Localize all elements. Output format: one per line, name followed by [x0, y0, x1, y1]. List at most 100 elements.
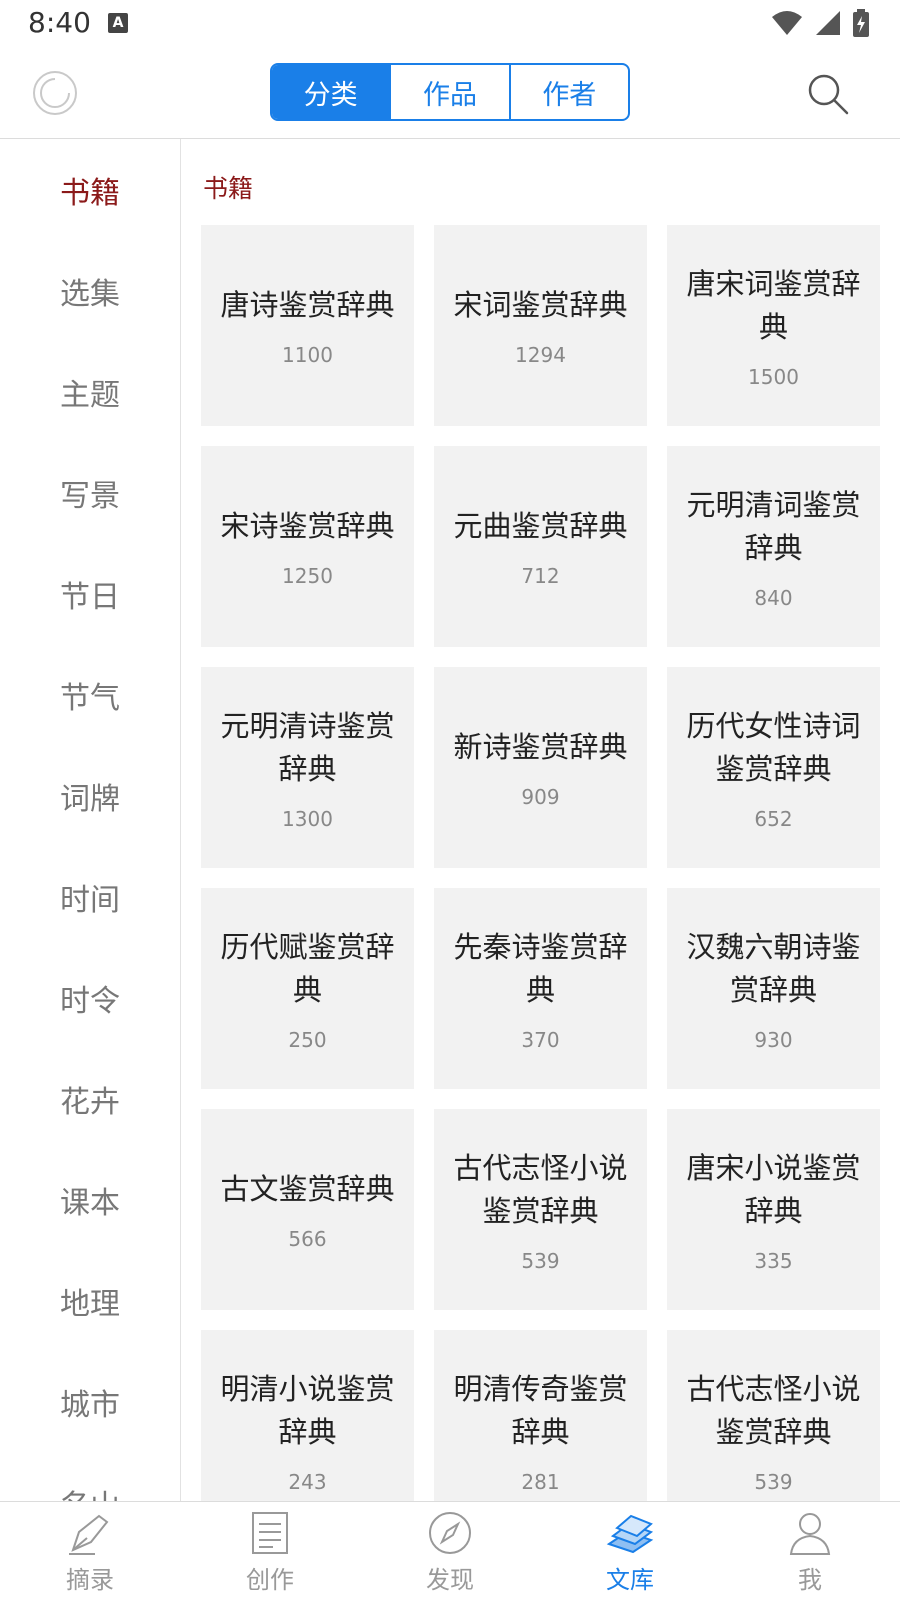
book-count: 370 — [521, 1027, 560, 1052]
book-count: 1100 — [282, 343, 333, 367]
wifi-icon — [772, 11, 802, 35]
book-title: 先秦诗鉴赏辞典 — [453, 929, 628, 1007]
nav-library[interactable]: 文库 — [540, 1502, 720, 1601]
book-card[interactable]: 新诗鉴赏辞典 909 — [434, 667, 647, 868]
book-card[interactable]: 古代志怪小说鉴赏辞典 539 — [434, 1109, 647, 1310]
sidebar-item-books[interactable]: 书籍 — [0, 139, 180, 240]
nav-me[interactable]: 我 — [720, 1502, 900, 1601]
nav-create[interactable]: 创作 — [180, 1502, 360, 1601]
book-title: 元明清词鉴赏辞典 — [686, 487, 861, 565]
status-time: 8:40 — [28, 6, 91, 39]
nav-label: 创作 — [246, 1566, 294, 1594]
book-title: 历代赋鉴赏辞典 — [220, 929, 395, 1007]
book-card[interactable]: 历代赋鉴赏辞典 250 — [201, 888, 414, 1089]
sidebar-item-anthology[interactable]: 选集 — [0, 240, 180, 341]
book-title: 元明清诗鉴赏辞典 — [220, 708, 395, 786]
book-card[interactable]: 历代女性诗词鉴赏辞典 652 — [667, 667, 880, 868]
sidebar-item-mountain[interactable]: 名山 — [0, 1452, 180, 1502]
notification-a-icon: A — [108, 13, 128, 33]
book-title: 历代女性诗词鉴赏辞典 — [686, 708, 861, 786]
nav-label: 文库 — [606, 1566, 654, 1594]
book-title: 明清小说鉴赏辞典 — [220, 1371, 395, 1449]
book-card[interactable]: 元明清词鉴赏辞典 840 — [667, 446, 880, 647]
sidebar-item-flowers[interactable]: 花卉 — [0, 1048, 180, 1149]
book-card[interactable]: 明清小说鉴赏辞典 243 — [201, 1330, 414, 1501]
book-count: 1500 — [748, 364, 799, 389]
book-count: 250 — [288, 1027, 327, 1052]
sidebar-item-scenery[interactable]: 写景 — [0, 442, 180, 543]
status-icons — [770, 8, 870, 38]
book-count: 1294 — [515, 343, 566, 367]
sidebar-item-festival[interactable]: 节日 — [0, 543, 180, 644]
book-title: 唐宋词鉴赏辞典 — [686, 266, 861, 344]
sidebar-item-theme[interactable]: 主题 — [0, 341, 180, 442]
nav-label: 我 — [798, 1566, 822, 1594]
category-sidebar: 书籍 选集 主题 写景 节日 节气 词牌 时间 时令 花卉 课本 地理 城市 名… — [0, 139, 181, 1501]
bottom-nav: 摘录 创作 发现 文库 我 — [0, 1501, 900, 1601]
book-count: 243 — [288, 1469, 327, 1494]
tab-works[interactable]: 作品 — [389, 65, 508, 119]
top-header: 分类 作品 作者 — [0, 50, 900, 139]
books-icon — [606, 1514, 654, 1554]
book-title: 汉魏六朝诗鉴赏辞典 — [686, 929, 861, 1007]
book-card[interactable]: 元曲鉴赏辞典 712 — [434, 446, 647, 647]
book-count: 1250 — [282, 564, 333, 588]
book-count: 539 — [754, 1469, 793, 1494]
book-card[interactable]: 汉魏六朝诗鉴赏辞典 930 — [667, 888, 880, 1089]
book-count: 930 — [754, 1027, 793, 1052]
book-title: 唐诗鉴赏辞典 — [220, 288, 395, 322]
sidebar-item-season[interactable]: 时令 — [0, 947, 180, 1048]
compass-icon — [429, 1512, 471, 1554]
book-count: 909 — [521, 785, 560, 809]
book-card[interactable]: 唐宋词鉴赏辞典 1500 — [667, 225, 880, 426]
book-title: 古文鉴赏辞典 — [220, 1172, 395, 1206]
book-count: 840 — [754, 585, 793, 610]
book-title: 宋诗鉴赏辞典 — [220, 509, 395, 543]
book-count: 539 — [521, 1248, 560, 1273]
book-card[interactable]: 明清传奇鉴赏辞典 281 — [434, 1330, 647, 1501]
book-card[interactable]: 元明清诗鉴赏辞典 1300 — [201, 667, 414, 868]
document-lines-icon — [252, 1512, 288, 1554]
tab-category[interactable]: 分类 — [272, 65, 390, 119]
book-title: 新诗鉴赏辞典 — [453, 730, 628, 764]
book-title: 古代志怪小说鉴赏辞典 — [453, 1150, 628, 1228]
book-title: 唐宋小说鉴赏辞典 — [686, 1150, 861, 1228]
status-bar: 8:40 A — [0, 0, 900, 50]
book-card[interactable]: 先秦诗鉴赏辞典 370 — [434, 888, 647, 1089]
book-card[interactable]: 宋诗鉴赏辞典 1250 — [201, 446, 414, 647]
tab-authors[interactable]: 作者 — [508, 65, 628, 119]
sidebar-item-cipai[interactable]: 词牌 — [0, 745, 180, 846]
battery-charging-icon — [853, 9, 869, 37]
nav-discover[interactable]: 发现 — [360, 1502, 540, 1601]
book-list-panel: 书籍 唐诗鉴赏辞典 1100 宋词鉴赏辞典 1294 唐宋词鉴赏辞典 1500 宋诗鉴… — [181, 139, 900, 1501]
section-title: 书籍 — [203, 174, 254, 203]
book-count: 281 — [521, 1469, 560, 1494]
nav-label: 摘录 — [66, 1566, 114, 1594]
nav-excerpts[interactable]: 摘录 — [0, 1502, 180, 1601]
book-card[interactable]: 宋词鉴赏辞典 1294 — [434, 225, 647, 426]
loading-spinner-icon[interactable] — [32, 70, 78, 116]
book-count: 335 — [754, 1248, 793, 1273]
book-card[interactable]: 古代志怪小说鉴赏辞典 539 — [667, 1330, 880, 1501]
sidebar-item-solar-term[interactable]: 节气 — [0, 644, 180, 745]
search-icon[interactable] — [806, 72, 850, 116]
book-count: 652 — [754, 806, 793, 831]
pen-nib-icon — [69, 1514, 109, 1555]
book-count: 1300 — [282, 806, 333, 831]
sidebar-item-city[interactable]: 城市 — [0, 1351, 180, 1452]
book-title: 元曲鉴赏辞典 — [453, 509, 628, 543]
sidebar-item-time[interactable]: 时间 — [0, 846, 180, 947]
book-title: 宋词鉴赏辞典 — [453, 288, 628, 322]
book-count: 566 — [288, 1227, 327, 1251]
sidebar-item-geography[interactable]: 地理 — [0, 1250, 180, 1351]
book-count: 712 — [521, 564, 560, 588]
book-card[interactable]: 唐宋小说鉴赏辞典 335 — [667, 1109, 880, 1310]
book-card[interactable]: 古文鉴赏辞典 566 — [201, 1109, 414, 1310]
book-card[interactable]: 唐诗鉴赏辞典 1100 — [201, 225, 414, 426]
cell-signal-icon — [816, 11, 840, 35]
book-title: 明清传奇鉴赏辞典 — [453, 1371, 628, 1449]
person-icon — [789, 1513, 831, 1555]
sidebar-item-textbook[interactable]: 课本 — [0, 1149, 180, 1250]
view-mode-segmented-control: 分类 作品 作者 — [270, 63, 630, 121]
book-grid: 唐诗鉴赏辞典 1100 宋词鉴赏辞典 1294 唐宋词鉴赏辞典 1500 宋诗鉴赏辞典… — [201, 225, 881, 1501]
